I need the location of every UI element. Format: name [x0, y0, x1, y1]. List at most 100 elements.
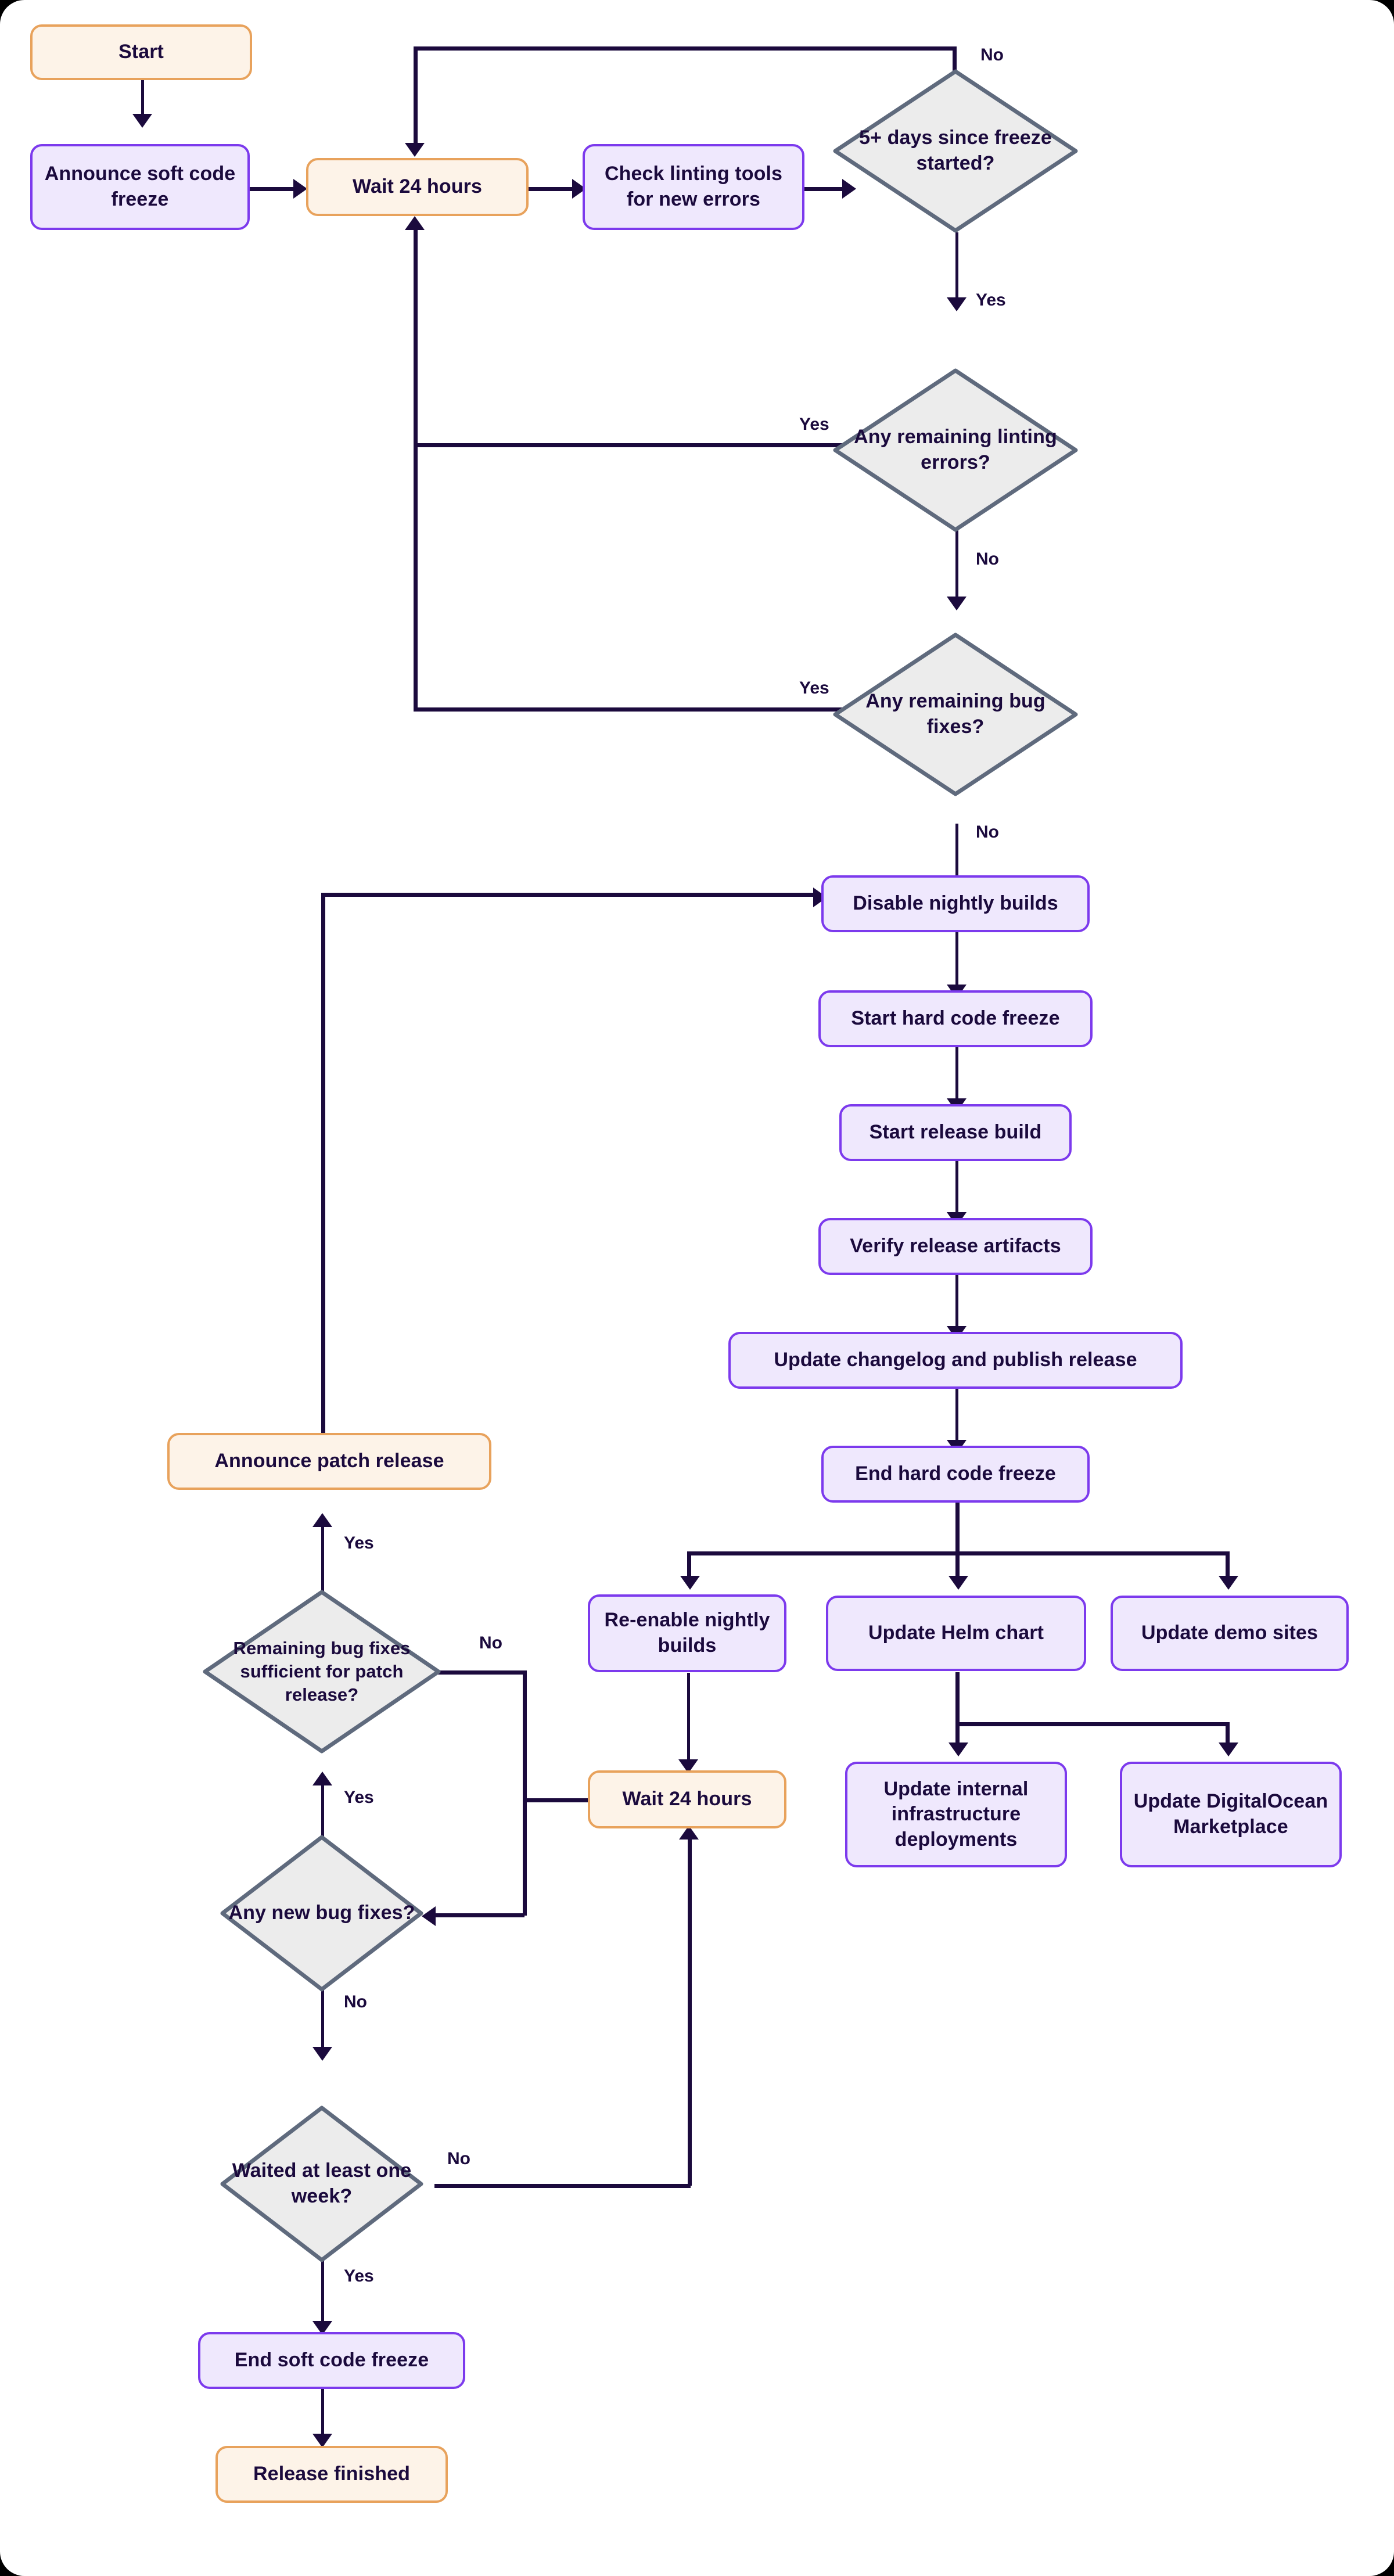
- edge-endhard-down: [955, 1503, 960, 1554]
- edge-label-week-yes: Yes: [344, 2266, 374, 2286]
- node-decision-remaining-bug-fixes-sufficient[interactable]: Remaining bug fixes sufficient for patch…: [200, 1587, 443, 1756]
- edge-label-week-no: No: [447, 2149, 470, 2168]
- node-decision-any-remaining-linting-errors[interactable]: Any remaining linting errors?: [831, 366, 1080, 534]
- arrowhead-helm: [949, 1576, 968, 1590]
- edge-label-days5-no: No: [980, 45, 1004, 64]
- edge-lint-yes-across: [414, 443, 850, 447]
- edge-reenable-to-wait24: [687, 1673, 690, 1763]
- node-end-hard-code-freeze[interactable]: End hard code freeze: [821, 1446, 1090, 1503]
- edge-days5-yes: [955, 232, 958, 299]
- node-label: Release finished: [253, 2463, 410, 2485]
- arrowhead-announce-patch: [312, 1513, 332, 1527]
- node-label: Announce soft code freeze: [44, 163, 236, 210]
- node-label: Start: [118, 41, 164, 63]
- node-decision-5-days-since-freeze[interactable]: 5+ days since freeze started?: [831, 67, 1080, 235]
- node-announce-soft-code-freeze[interactable]: Announce soft code freeze: [30, 144, 250, 230]
- node-decision-any-remaining-bug-fixes[interactable]: Any remaining bug fixes?: [831, 630, 1080, 799]
- node-label: Check linting tools for new errors: [604, 163, 783, 210]
- node-label: Any remaining linting errors?: [854, 426, 1057, 473]
- arrowhead-wait24-top-left: [293, 179, 307, 199]
- edge-label-lint-yes: Yes: [799, 415, 829, 434]
- edge-verify-to-changelog: [955, 1275, 958, 1329]
- edge-bug-yes-across: [414, 707, 850, 712]
- edge-helm-down: [955, 1672, 960, 1724]
- edge-label-bug-no: No: [976, 822, 999, 842]
- node-label: Wait 24 hours: [622, 1788, 752, 1810]
- edge-announce-patch-riser: [321, 893, 325, 1433]
- edge-helm-fork-left: [955, 1722, 960, 1744]
- edge-label-lint-no: No: [976, 549, 999, 569]
- edge-announce-soft-to-wait24: [250, 187, 296, 191]
- edge-lint-no: [955, 530, 958, 598]
- node-update-digitalocean-marketplace[interactable]: Update DigitalOcean Marketplace: [1120, 1762, 1342, 1867]
- edge-fork-left: [687, 1551, 691, 1578]
- edge-week-no-across: [434, 2184, 691, 2188]
- node-start-hard-code-freeze[interactable]: Start hard code freeze: [818, 990, 1093, 1047]
- node-update-changelog-publish-release[interactable]: Update changelog and publish release: [728, 1332, 1183, 1389]
- edge-bug-no: [955, 824, 958, 882]
- edge-disable-to-starthard: [955, 932, 958, 987]
- node-decision-any-new-bug-fixes[interactable]: Any new bug fixes?: [218, 1833, 426, 1994]
- edge-startbuild-to-verify: [955, 1161, 958, 1215]
- node-wait-24-hours-top[interactable]: Wait 24 hours: [306, 158, 529, 216]
- node-update-internal-infrastructure-deployments[interactable]: Update internal infrastructure deploymen…: [845, 1762, 1067, 1867]
- node-label: Update changelog and publish release: [774, 1349, 1137, 1371]
- edge-changelog-to-endhard: [955, 1389, 958, 1443]
- edge-label-newbug-no: No: [344, 1992, 367, 2011]
- arrowhead-reenable: [680, 1576, 700, 1590]
- edge-fork-right: [1226, 1551, 1230, 1578]
- node-disable-nightly-builds[interactable]: Disable nightly builds: [821, 875, 1090, 932]
- node-label: Any new bug fixes?: [228, 1902, 415, 1924]
- edge-label-newbug-yes: Yes: [344, 1788, 374, 1807]
- node-wait-24-hours-bottom[interactable]: Wait 24 hours: [588, 1770, 786, 1828]
- edge-wait24-bottom-riser: [523, 1799, 527, 1916]
- edge-helm-fork-right: [1226, 1722, 1230, 1744]
- edge-start-to-announce-soft: [141, 80, 144, 115]
- node-label: Announce patch release: [214, 1450, 444, 1472]
- node-label: Verify release artifacts: [850, 1235, 1061, 1258]
- edge-label-patch-yes: Yes: [344, 1533, 374, 1553]
- arrowhead-digitalocean: [1219, 1743, 1238, 1756]
- edge-shared-riser-to-wait24: [414, 230, 418, 711]
- node-end-soft-code-freeze[interactable]: End soft code freeze: [198, 2332, 465, 2389]
- arrowhead-internal-infra: [949, 1743, 968, 1756]
- edge-days5-no-down: [414, 46, 418, 145]
- edge-wait24-to-check-lint: [529, 187, 575, 191]
- node-start-release-build[interactable]: Start release build: [839, 1104, 1072, 1161]
- node-start[interactable]: Start: [30, 24, 252, 80]
- arrowhead-patch-sufficient: [312, 1772, 332, 1785]
- edge-patch-no-down: [523, 1670, 527, 1801]
- node-update-helm-chart[interactable]: Update Helm chart: [826, 1596, 1086, 1671]
- arrowhead-lint-errors: [947, 297, 967, 311]
- node-label: Update Helm chart: [868, 1622, 1044, 1644]
- node-check-linting-tools[interactable]: Check linting tools for new errors: [583, 144, 804, 230]
- edge-label-patch-no: No: [479, 1633, 502, 1652]
- edge-patch-no-across: [434, 1670, 524, 1675]
- node-announce-patch-release[interactable]: Announce patch release: [167, 1433, 491, 1490]
- node-label: End soft code freeze: [234, 2349, 429, 2372]
- node-label: Re-enable nightly builds: [604, 1609, 770, 1657]
- node-label: Start release build: [869, 1121, 1042, 1144]
- node-re-enable-nightly-builds[interactable]: Re-enable nightly builds: [588, 1594, 786, 1672]
- node-update-demo-sites[interactable]: Update demo sites: [1111, 1596, 1349, 1671]
- edge-patch-yes: [321, 1525, 324, 1593]
- node-label: Wait 24 hours: [353, 175, 482, 198]
- edge-week-no-riser: [688, 1838, 692, 2186]
- edge-days5-no-across: [414, 46, 955, 51]
- arrowhead-demo-sites: [1219, 1576, 1238, 1590]
- node-label: Update demo sites: [1141, 1622, 1318, 1644]
- edge-helm-fork-bar: [955, 1722, 1228, 1726]
- node-label: Disable nightly builds: [853, 892, 1058, 915]
- node-verify-release-artifacts[interactable]: Verify release artifacts: [818, 1218, 1093, 1275]
- node-decision-waited-at-least-one-week[interactable]: Waited at least one week?: [218, 2103, 426, 2265]
- node-label: Waited at least one week?: [232, 2160, 412, 2207]
- node-label: Update internal infrastructure deploymen…: [883, 1777, 1029, 1851]
- node-release-finished[interactable]: Release finished: [215, 2446, 448, 2503]
- edge-fork-mid: [955, 1551, 960, 1578]
- arrowhead-announce-soft: [132, 114, 152, 128]
- node-label: 5+ days since freeze started?: [859, 127, 1052, 174]
- node-label: Any remaining bug fixes?: [865, 690, 1046, 738]
- arrowhead-wait24-top-bottom: [405, 216, 425, 230]
- arrowhead-waited-week: [312, 2047, 332, 2061]
- edge-starthard-to-startbuild: [955, 1047, 958, 1101]
